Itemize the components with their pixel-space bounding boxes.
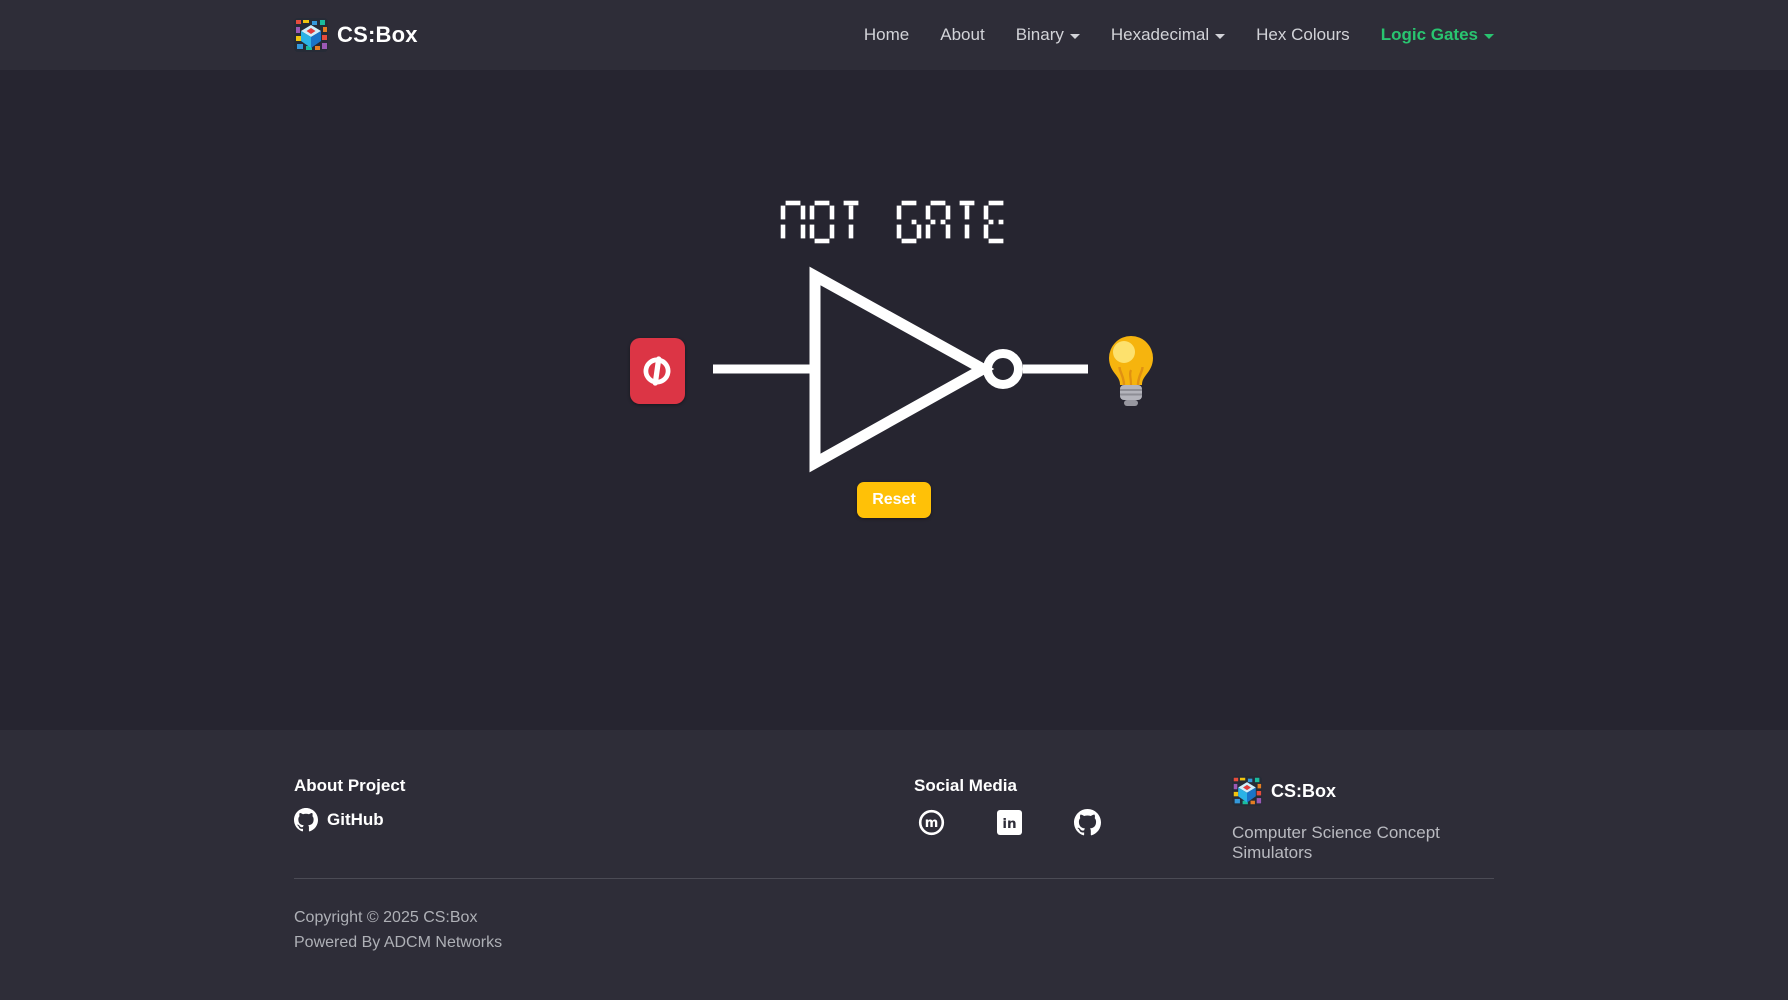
reset-button[interactable]: Reset bbox=[857, 482, 931, 518]
svg-text:in: in bbox=[1002, 816, 1016, 832]
power-off-icon bbox=[638, 352, 676, 390]
csbox-logo-icon bbox=[1232, 776, 1262, 806]
not-gate-diagram bbox=[713, 256, 1088, 486]
gate-triangle bbox=[815, 276, 983, 463]
mastodon-icon[interactable]: m bbox=[918, 809, 945, 836]
nav-item-hex-colours[interactable]: Hex Colours bbox=[1256, 25, 1350, 45]
nav-item-binary-dropdown[interactable]: Binary bbox=[1016, 25, 1080, 45]
main-content: Reset bbox=[0, 70, 1788, 730]
not-gate-simulator: Reset bbox=[294, 70, 1494, 518]
lightbulb-on-icon bbox=[1103, 332, 1159, 410]
github-icon bbox=[294, 808, 318, 832]
powered-by-line: Powered By ADCM Networks bbox=[294, 930, 1494, 955]
copyright: Copyright © 2025 CS:Box Powered By ADCM … bbox=[294, 905, 1494, 955]
footer-brand-name: CS:Box bbox=[1271, 781, 1336, 802]
footer: About Project GitHub Social Media m bbox=[0, 730, 1788, 1000]
brand[interactable]: CS:Box bbox=[294, 18, 418, 52]
nav-item-hexadecimal-dropdown[interactable]: Hexadecimal bbox=[1111, 25, 1225, 45]
nav-item-about[interactable]: About bbox=[940, 25, 984, 45]
footer-divider bbox=[294, 878, 1494, 879]
nav-item-logic-gates-dropdown[interactable]: Logic Gates bbox=[1381, 25, 1494, 45]
gate-diagram-row bbox=[294, 256, 1494, 486]
svg-text:m: m bbox=[925, 816, 939, 831]
chevron-down-icon bbox=[1070, 34, 1080, 39]
csbox-logo-icon bbox=[294, 18, 328, 52]
social-media-heading: Social Media bbox=[914, 776, 1101, 796]
input-toggle-button[interactable] bbox=[630, 338, 685, 404]
github-link[interactable]: GitHub bbox=[294, 808, 405, 832]
navbar: CS:Box Home About Binary Hexadecimal Hex… bbox=[0, 0, 1788, 70]
github-link-label: GitHub bbox=[327, 810, 384, 830]
linkedin-icon[interactable]: in bbox=[997, 810, 1022, 835]
about-project-heading: About Project bbox=[294, 776, 405, 796]
footer-tagline: Computer Science Concept Simulators bbox=[1232, 823, 1494, 863]
nav-item-home[interactable]: Home bbox=[864, 25, 909, 45]
footer-social-media: Social Media m in bbox=[914, 776, 1101, 836]
footer-about-project: About Project GitHub bbox=[294, 776, 405, 832]
nav-links: Home About Binary Hexadecimal Hex Colour… bbox=[864, 25, 1494, 45]
brand-name: CS:Box bbox=[337, 22, 418, 48]
footer-brand: CS:Box Computer Science Concept Simulato… bbox=[1232, 776, 1494, 863]
chevron-down-icon bbox=[1484, 34, 1494, 39]
github-social-icon[interactable] bbox=[1074, 809, 1101, 836]
chevron-down-icon bbox=[1215, 34, 1225, 39]
copyright-line: Copyright © 2025 CS:Box bbox=[294, 905, 1494, 930]
page-title bbox=[780, 200, 1009, 244]
